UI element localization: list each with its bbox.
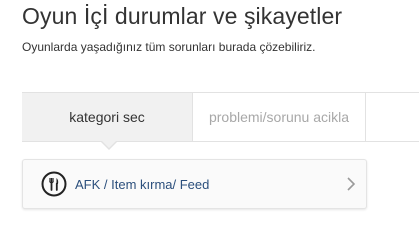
category-item-afk[interactable]: AFK / Item kırma/ Feed	[22, 159, 367, 209]
tab-label: kategori sec	[69, 109, 145, 125]
fork-knife-icon	[41, 171, 67, 197]
tab-problemi-acikla[interactable]: problemi/sorunu acikla	[193, 93, 366, 141]
step-tabs: kategori sec problemi/sorunu acikla	[22, 92, 419, 150]
tab-kategori-sec[interactable]: kategori sec	[22, 93, 193, 150]
page-title: Oyun İçİ durumlar ve şikayetler	[22, 3, 343, 29]
category-label: AFK / Item kırma/ Feed	[75, 176, 210, 192]
chevron-right-icon	[347, 177, 356, 191]
tab-label: problemi/sorunu acikla	[208, 109, 350, 125]
page-subtitle: Oyunlarda yaşadığınız tüm sorunları bura…	[22, 40, 316, 54]
